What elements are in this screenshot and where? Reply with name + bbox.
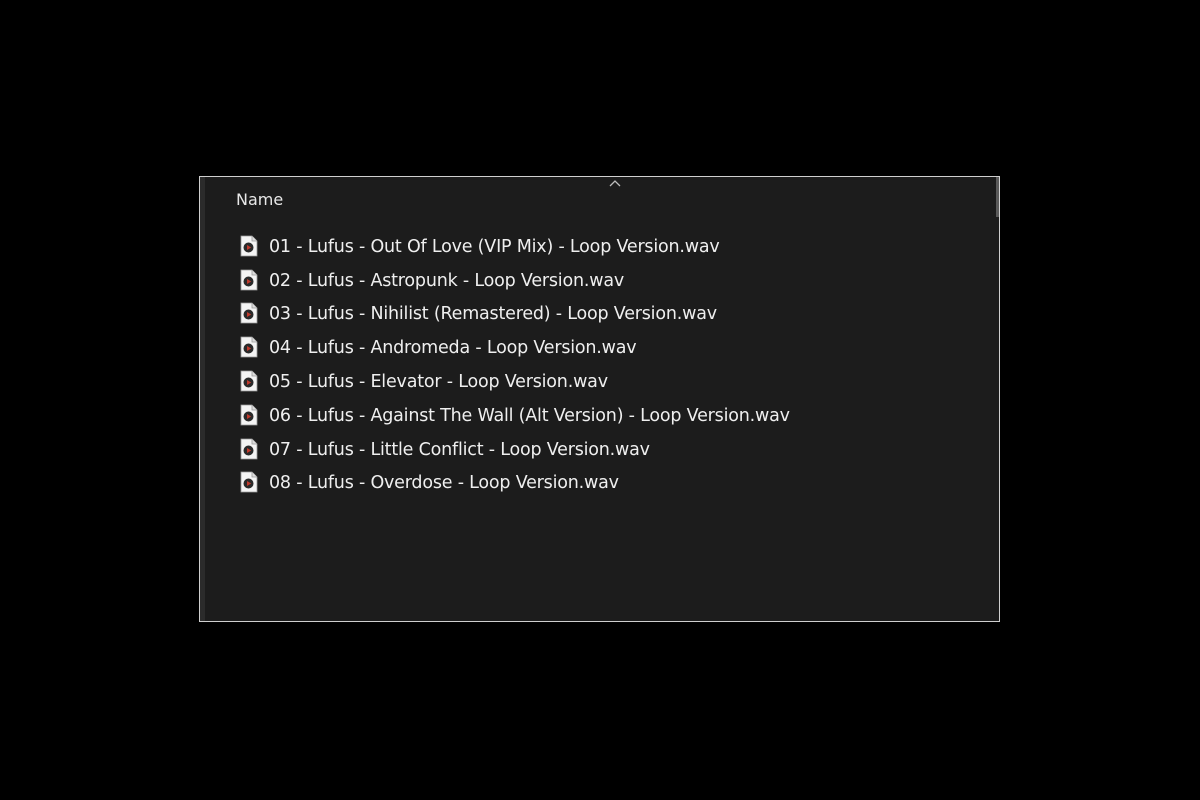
wav-file-icon: [240, 303, 258, 324]
wav-file-icon: [240, 472, 258, 493]
file-row-06[interactable]: 06 - Lufus - Against The Wall (Alt Versi…: [239, 399, 790, 433]
file-name: 06 - Lufus - Against The Wall (Alt Versi…: [269, 405, 790, 426]
wav-file-icon: [240, 269, 258, 291]
file-name: 04 - Lufus - Andromeda - Loop Version.wa…: [269, 338, 637, 359]
wav-file-icon: [240, 438, 258, 460]
file-row-07[interactable]: 07 - Lufus - Little Conflict - Loop Vers…: [239, 433, 790, 467]
file-row-03[interactable]: 03 - Lufus - Nihilist (Remastered) - Loo…: [239, 298, 790, 332]
file-row-04[interactable]: 04 - Lufus - Andromeda - Loop Version.wa…: [239, 331, 790, 365]
file-name: 05 - Lufus - Elevator - Loop Version.wav: [269, 372, 608, 393]
file-name: 07 - Lufus - Little Conflict - Loop Vers…: [269, 439, 650, 460]
wav-file-icon: [240, 336, 258, 358]
file-list: 01 - Lufus - Out Of Love (VIP Mix) - Loo…: [239, 230, 790, 500]
file-explorer-pane: Name 01 - Lufus - Out Of Love (VIP Mix) …: [199, 176, 1000, 622]
file-name: 08 - Lufus - Overdose - Loop Version.wav: [269, 473, 619, 494]
file-row-02[interactable]: 02 - Lufus - Astropunk - Loop Version.wa…: [239, 264, 790, 298]
file-row-01[interactable]: 01 - Lufus - Out Of Love (VIP Mix) - Loo…: [239, 230, 790, 264]
wav-file-icon: [240, 404, 258, 426]
column-header-bar: Name: [205, 177, 996, 221]
file-row-05[interactable]: 05 - Lufus - Elevator - Loop Version.wav: [239, 365, 790, 399]
file-name: 01 - Lufus - Out Of Love (VIP Mix) - Loo…: [269, 236, 720, 257]
file-row-08[interactable]: 08 - Lufus - Overdose - Loop Version.wav: [239, 467, 790, 501]
file-name: 03 - Lufus - Nihilist (Remastered) - Loo…: [269, 304, 717, 325]
vertical-scrollbar[interactable]: [996, 177, 999, 217]
name-column-header[interactable]: Name: [236, 190, 283, 209]
wav-file-icon: [240, 370, 258, 392]
wav-file-icon: [240, 235, 258, 257]
file-name: 02 - Lufus - Astropunk - Loop Version.wa…: [269, 270, 625, 291]
chevron-up-icon[interactable]: [607, 177, 623, 189]
pane-left-edge: [200, 177, 205, 621]
